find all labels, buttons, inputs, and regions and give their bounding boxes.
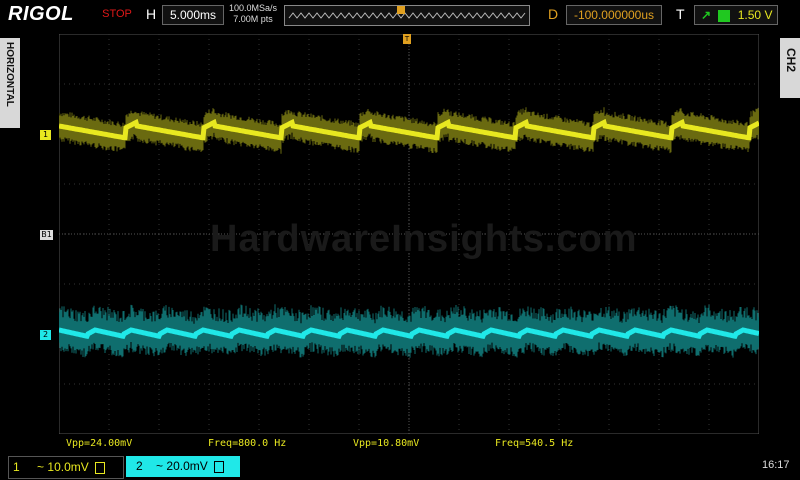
ch1-settings[interactable]: 1 ~ 10.0mV [8, 456, 124, 479]
ch2-coupling: ~ [156, 459, 164, 473]
rising-edge-icon: ↗ [701, 8, 712, 22]
horizontal-side-tab[interactable]: HORIZONTAL [0, 38, 20, 128]
delay-label: D [548, 6, 559, 22]
clock: 16:17 [762, 459, 790, 471]
ch2-number: 2 [136, 459, 143, 473]
horizontal-label: H [146, 6, 157, 22]
trigger-delay-value[interactable]: -100.000000us [566, 5, 662, 25]
horizontal-tab-label: HORIZONTAL [4, 42, 15, 107]
ch1-number: 1 [13, 460, 20, 474]
measurement-2: Freq=800.0 Hz [208, 438, 287, 449]
brand-logo: RIGOL [8, 3, 74, 25]
dc-coupling-icon [718, 9, 731, 22]
memory-position-bar[interactable] [284, 5, 530, 26]
top-status-bar: RIGOL STOP H 5.000ms 100.0MSa/s 7.00M pt… [0, 0, 800, 30]
ch2-bandwidth-icon [214, 460, 225, 473]
ch1-bandwidth-icon [95, 461, 106, 474]
ch1-scale: 10.0mV [47, 460, 89, 474]
trigger-marker-label: T [404, 35, 410, 43]
trigger-position-marker [397, 6, 405, 14]
measurement-3: Vpp=10.80mV [353, 438, 420, 449]
ch1-coupling: ~ [37, 460, 45, 474]
sample-rate: 100.0MSa/s [228, 3, 278, 13]
ch2-ground-marker[interactable]: 2 [40, 330, 51, 340]
memory-depth: 7.00M pts [233, 14, 273, 24]
watermark: HardwareInsights.com [210, 218, 638, 260]
ch1-ground-marker[interactable]: 1 [40, 130, 51, 140]
ref-marker-label: B1 [41, 230, 52, 239]
trigger-label: T [676, 6, 685, 22]
trigger-time-marker[interactable]: T [403, 34, 411, 44]
ch2-marker-label: 2 [42, 330, 49, 339]
ch2-side-tab[interactable]: CH2 [780, 38, 800, 98]
timebase-value[interactable]: 5.000ms [162, 5, 224, 25]
acquisition-info: 100.0MSa/s 7.00M pts [228, 3, 278, 25]
measurement-1: Vpp=24.00mV [66, 438, 133, 449]
ch2-tab-label: CH2 [784, 48, 798, 73]
run-stop-status[interactable]: STOP [96, 6, 138, 23]
measurement-4: Freq=540.5 Hz [495, 438, 574, 449]
ch2-scale: 20.0mV [166, 459, 208, 473]
ref-marker[interactable]: B1 [40, 230, 53, 240]
memory-waveform-preview [288, 6, 526, 19]
ch2-settings[interactable]: 2 ~ 20.0mV [126, 456, 240, 477]
ch1-marker-label: 1 [42, 130, 49, 139]
trigger-settings[interactable]: ↗ 1.50 V [694, 5, 778, 25]
trigger-level: 1.50 V [737, 8, 773, 22]
